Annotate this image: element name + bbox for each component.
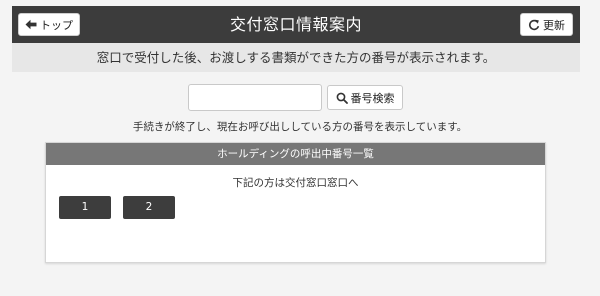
panel-title: ホールディングの呼出中番号一覧 <box>46 143 545 165</box>
search-button-label: 番号検索 <box>350 91 395 105</box>
search-icon <box>336 92 348 104</box>
search-row: 番号検索 <box>0 84 600 112</box>
app-header: トップ 交付窓口情報案内 更新 <box>12 6 580 43</box>
number-search-button[interactable]: 番号検索 <box>327 85 403 110</box>
number-card[interactable]: 2 <box>123 196 175 219</box>
calling-numbers-panel: ホールディングの呼出中番号一覧 下記の方は交付窓口窓口へ 1 2 <box>45 142 546 263</box>
page-title: 交付窓口情報案内 <box>229 15 362 34</box>
help-text: 手続きが終了し、現在お呼び出ししている方の番号を表示しています。 <box>132 121 468 133</box>
number-search-input[interactable] <box>188 84 322 111</box>
panel-subtitle: 下記の方は交付窓口窓口へ <box>232 177 359 189</box>
number-card[interactable]: 1 <box>59 196 111 219</box>
refresh-button[interactable]: 更新 <box>520 13 573 36</box>
refresh-icon <box>528 19 540 31</box>
notice-banner: 窓口で受付した後、お渡しする書類ができた方の番号が表示されます。 <box>12 43 580 72</box>
refresh-button-label: 更新 <box>543 18 565 32</box>
